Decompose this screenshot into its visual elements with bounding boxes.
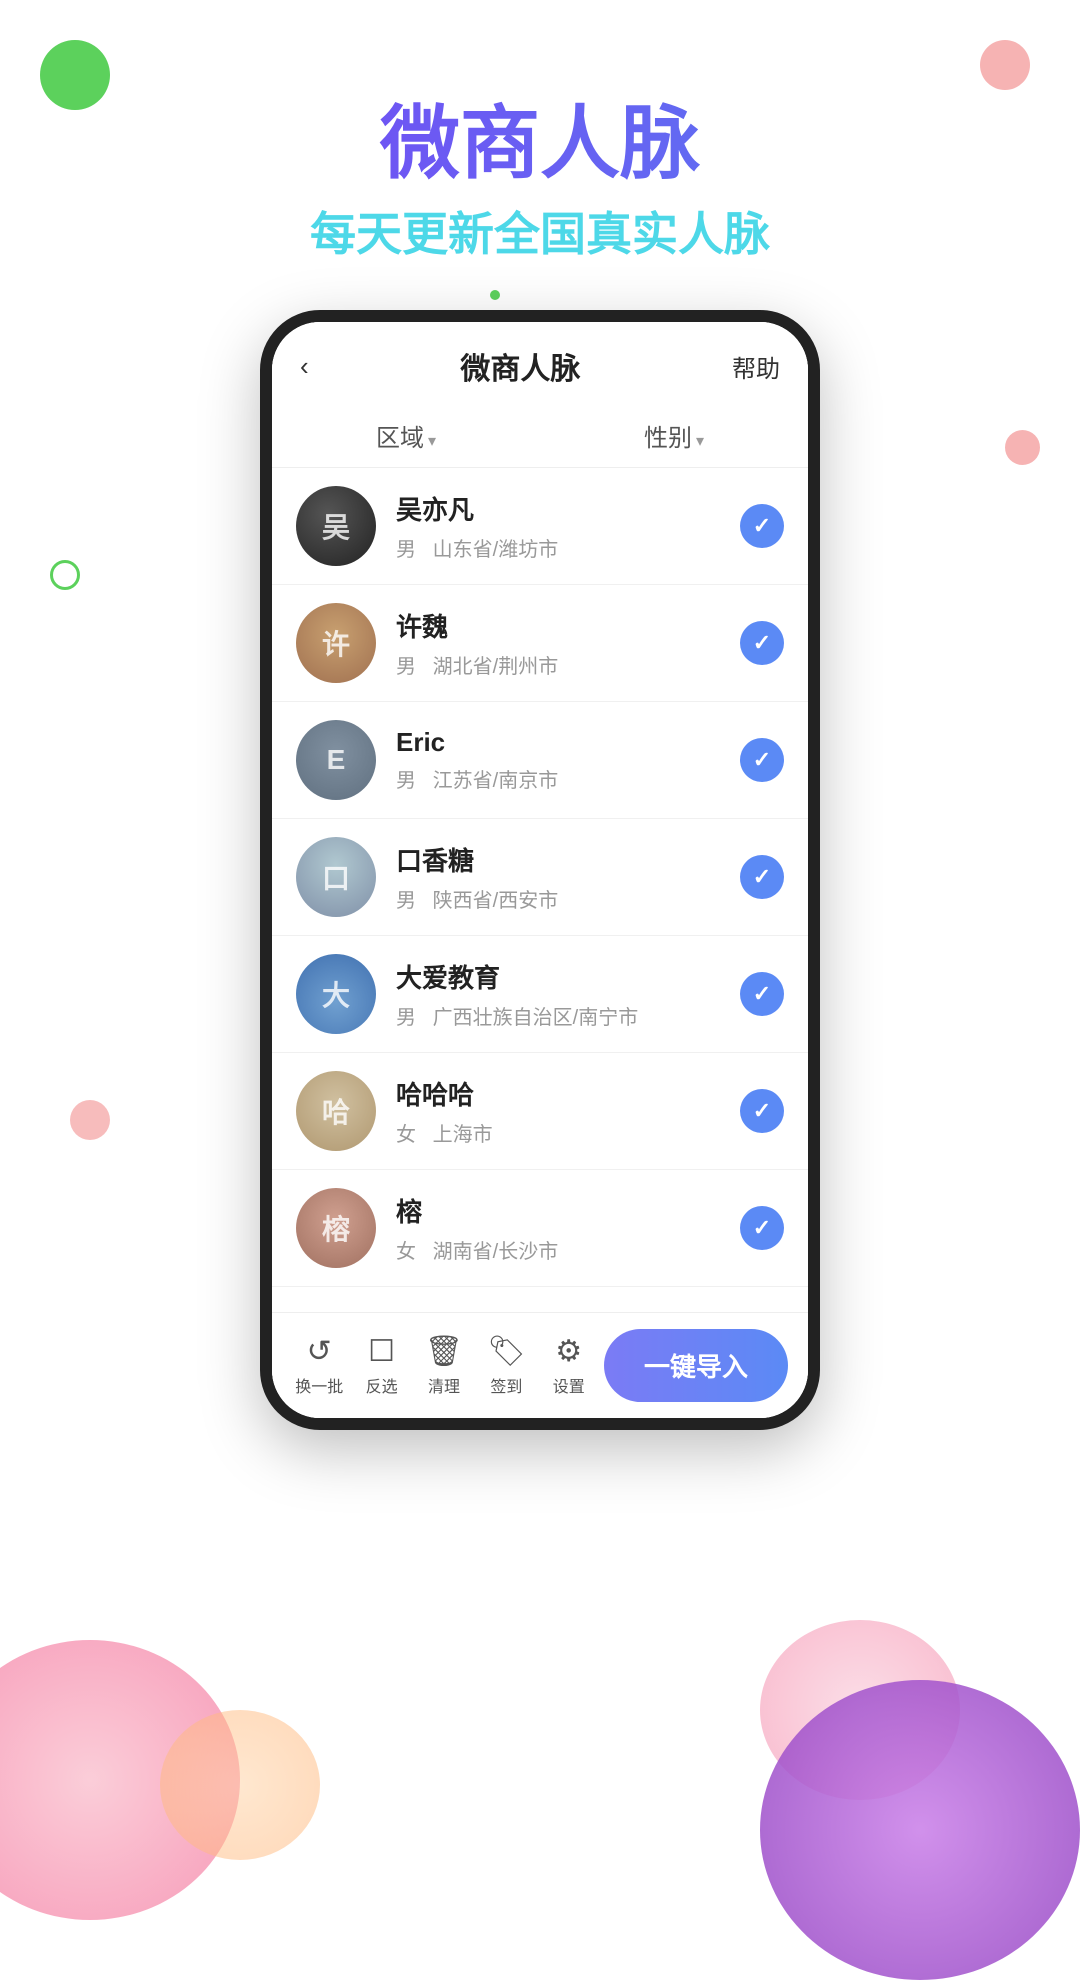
check-badge[interactable]: ✓ <box>740 972 784 1016</box>
blob-pink-top <box>980 40 1030 90</box>
avatar: 许 <box>296 603 376 683</box>
import-button[interactable]: 一键导入 <box>604 1329 788 1402</box>
list-item[interactable]: 口 口香糖 男 陕西省/西安市 ✓ <box>272 819 808 936</box>
toolbar-refresh[interactable]: ↺ 换一批 <box>292 1334 346 1397</box>
contact-name: 榕 <box>396 1192 740 1229</box>
avatar: 口 <box>296 837 376 917</box>
check-icon: ✓ <box>753 1215 771 1241</box>
check-badge[interactable]: ✓ <box>740 855 784 899</box>
check-badge[interactable]: ✓ <box>740 1089 784 1133</box>
avatar: 大 <box>296 954 376 1034</box>
toolbar-invert[interactable]: ☐ 反选 <box>354 1334 408 1397</box>
avatar: E <box>296 720 376 800</box>
phone-inner: ‹ 微商人脉 帮助 区域 性别 吴 吴亦凡 男 山东省/潍坊市 ✓ <box>272 322 808 1418</box>
check-icon: ✓ <box>753 864 771 890</box>
invert-icon: ☐ <box>368 1334 395 1369</box>
contact-info: 吴亦凡 男 山东省/潍坊市 <box>396 490 740 562</box>
blob-bottom-pink-left <box>0 1640 240 1920</box>
check-icon: ✓ <box>753 1098 771 1124</box>
contact-name: 吴亦凡 <box>396 490 740 527</box>
contact-detail: 男 湖北省/荆州市 <box>396 650 740 679</box>
contact-detail: 女 湖南省/长沙市 <box>396 1235 740 1264</box>
filter-tabs: 区域 性别 <box>272 404 808 468</box>
contact-name: 大爱教育 <box>396 958 740 995</box>
contact-info: 哈哈哈 女 上海市 <box>396 1075 740 1147</box>
phone-mockup: ‹ 微商人脉 帮助 区域 性别 吴 吴亦凡 男 山东省/潍坊市 ✓ <box>260 310 820 1430</box>
blob-green-dot <box>490 290 500 300</box>
avatar: 哈 <box>296 1071 376 1151</box>
contact-info: 许魏 男 湖北省/荆州市 <box>396 607 740 679</box>
contact-detail: 男 山东省/潍坊市 <box>396 533 740 562</box>
avatar: 榕 <box>296 1188 376 1268</box>
settings-icon: ⚙ <box>555 1334 582 1369</box>
contact-info: 大爱教育 男 广西壮族自治区/南宁市 <box>396 958 740 1030</box>
contact-info: 榕 女 湖南省/长沙市 <box>396 1192 740 1264</box>
list-item[interactable]: 哈 哈哈哈 女 上海市 ✓ <box>272 1053 808 1170</box>
tag-label: 签到 <box>490 1373 522 1397</box>
check-icon: ✓ <box>753 747 771 773</box>
list-item[interactable]: 吴 吴亦凡 男 山东省/潍坊市 ✓ <box>272 468 808 585</box>
main-title: 微商人脉 <box>0 100 1080 188</box>
check-badge[interactable]: ✓ <box>740 621 784 665</box>
contact-detail: 男 广西壮族自治区/南宁市 <box>396 1001 740 1030</box>
contact-name: 哈哈哈 <box>396 1075 740 1112</box>
refresh-label: 换一批 <box>295 1373 343 1397</box>
sub-title: 每天更新全国真实人脉 <box>0 198 1080 264</box>
contact-detail: 女 上海市 <box>396 1118 740 1147</box>
bottom-toolbar: ↺ 换一批 ☐ 反选 🗑 清理 🏷 签到 ⚙ 设置 一键导入 <box>272 1312 808 1418</box>
refresh-icon: ↺ <box>307 1334 332 1369</box>
blob-pink-mid <box>1005 430 1040 465</box>
contact-list: 吴 吴亦凡 男 山东省/潍坊市 ✓ 许 许魏 男 湖北省/荆州市 <box>272 468 808 1312</box>
phone-title: 微商人脉 <box>460 344 580 388</box>
blob-bottom-pink-right <box>760 1620 960 1800</box>
blob-bottom-orange <box>160 1710 320 1860</box>
contact-detail: 男 江苏省/南京市 <box>396 764 740 793</box>
check-badge[interactable]: ✓ <box>740 1206 784 1250</box>
invert-label: 反选 <box>366 1373 398 1397</box>
back-button[interactable]: ‹ <box>300 351 309 382</box>
contact-info: 口香糖 男 陕西省/西安市 <box>396 841 740 913</box>
settings-label: 设置 <box>553 1373 585 1397</box>
toolbar-clear[interactable]: 🗑 清理 <box>417 1334 471 1397</box>
tag-icon: 🏷 <box>487 1334 525 1369</box>
clear-label: 清理 <box>428 1373 460 1397</box>
check-icon: ✓ <box>753 513 771 539</box>
phone-topbar: ‹ 微商人脉 帮助 <box>272 322 808 404</box>
contact-info: Eric 男 江苏省/南京市 <box>396 727 740 793</box>
list-item[interactable]: 许 许魏 男 湖北省/荆州市 ✓ <box>272 585 808 702</box>
contact-name: 口香糖 <box>396 841 740 878</box>
contact-name: Eric <box>396 727 740 758</box>
tab-region[interactable]: 区域 <box>272 404 540 467</box>
clear-icon: 🗑 <box>425 1334 463 1369</box>
blob-green-mid <box>50 560 80 590</box>
list-item[interactable]: 大 大爱教育 男 广西壮族自治区/南宁市 ✓ <box>272 936 808 1053</box>
check-badge[interactable]: ✓ <box>740 504 784 548</box>
contact-name: 许魏 <box>396 607 740 644</box>
check-badge[interactable]: ✓ <box>740 738 784 782</box>
list-item[interactable]: E Eric 男 江苏省/南京市 ✓ <box>272 702 808 819</box>
blob-bottom-purple <box>760 1680 1080 1980</box>
toolbar-settings[interactable]: ⚙ 设置 <box>542 1334 596 1397</box>
check-icon: ✓ <box>753 981 771 1007</box>
avatar: 吴 <box>296 486 376 566</box>
header-section: 微商人脉 每天更新全国真实人脉 <box>0 100 1080 264</box>
contact-detail: 男 陕西省/西安市 <box>396 884 740 913</box>
blob-pink-lower <box>70 1100 110 1140</box>
list-item[interactable]: 榕 榕 女 湖南省/长沙市 ✓ <box>272 1170 808 1287</box>
check-icon: ✓ <box>753 630 771 656</box>
toolbar-tag[interactable]: 🏷 签到 <box>479 1334 533 1397</box>
tab-gender[interactable]: 性别 <box>540 404 808 467</box>
help-button[interactable]: 帮助 <box>732 349 780 384</box>
